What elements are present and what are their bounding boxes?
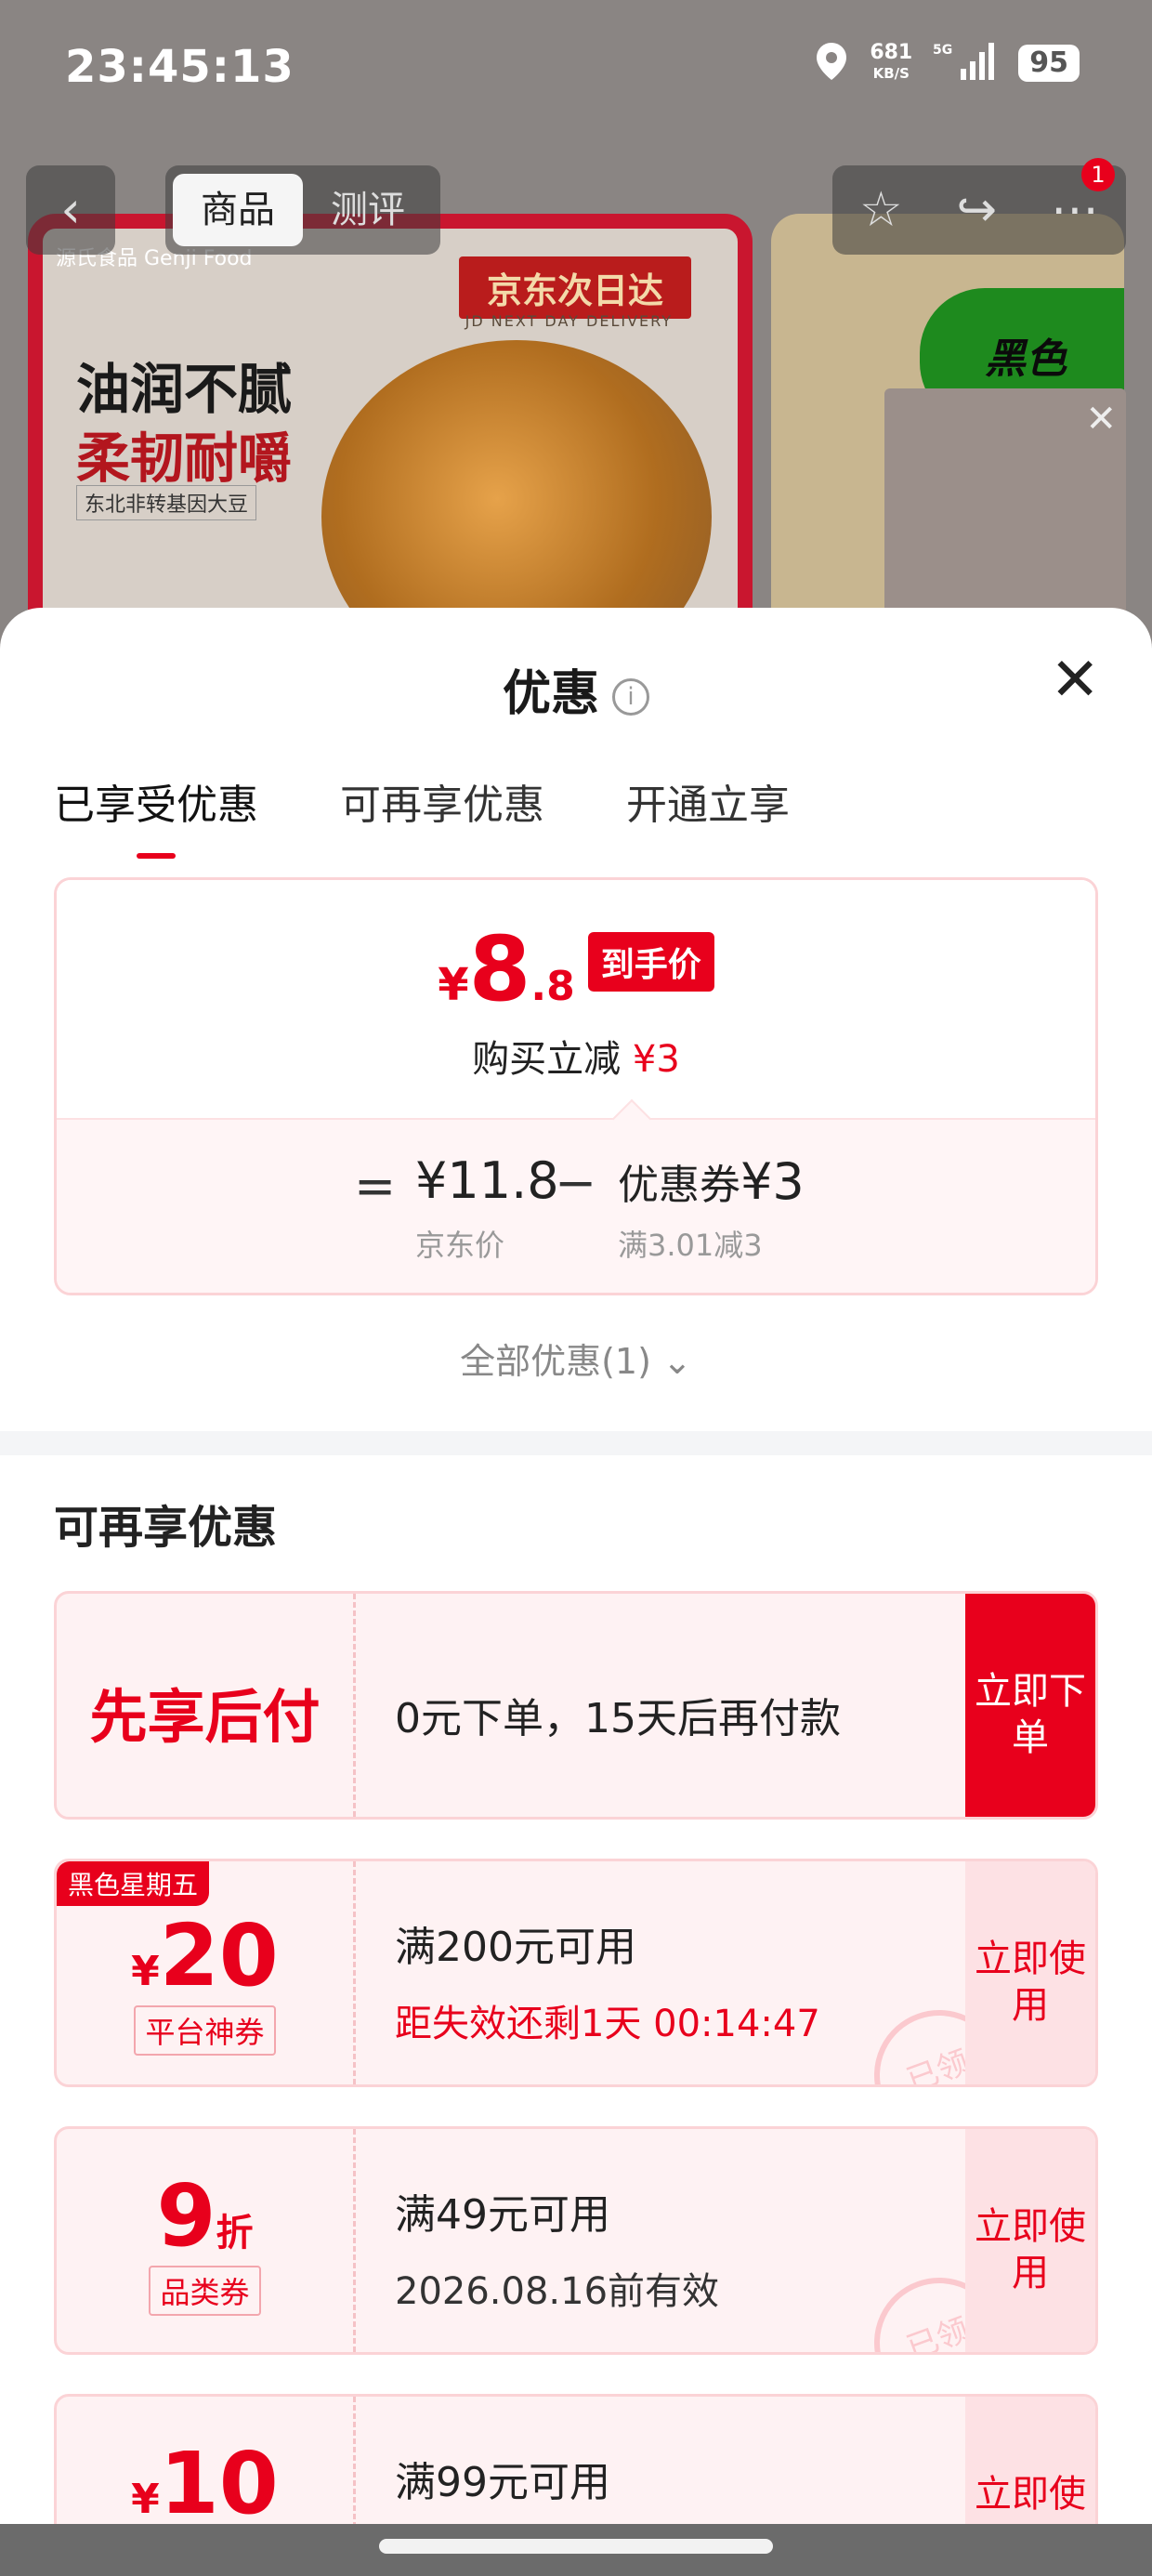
status-time: 23:45:13	[65, 41, 295, 93]
coupon-type-label: 平台神券	[134, 2005, 276, 2056]
minus-sign: −	[555, 1153, 597, 1212]
product-banner: 源氏食品 Genji Food 京东次日达 JD NEXT DAY DELIVE…	[28, 214, 753, 651]
banner-headline-2: 柔韧耐嚼	[76, 427, 293, 490]
coupon-platform: 黑色星期五 ¥20 平台神券 满200元可用 距失效还剩1天 00:14:47 …	[54, 1859, 1098, 2087]
coupon-category: 9折 品类券 满49元可用 2026.08.16前有效 已领 立即使用	[54, 2126, 1098, 2355]
banner-headline-1: 油润不腻	[76, 358, 293, 421]
final-price: ¥8.8 到手价	[57, 917, 1095, 1021]
discount-sheet: 优惠 i ✕ 已享受优惠 可再享优惠 开通立享 ¥8.8 到手价 购买立减 ¥3 =…	[0, 608, 1152, 2576]
location-icon	[814, 41, 849, 85]
equals-sign: =	[354, 1157, 397, 1216]
product-nav-bar: ‹ 商品 测评 ☆ ↪ ⋯ 1	[0, 158, 1152, 258]
jd-price-label: 京东价	[415, 1228, 505, 1263]
instant-discount: 购买立减 ¥3	[472, 1038, 680, 1081]
tab-activate[interactable]: 开通立享	[626, 771, 790, 831]
svg-text:5G: 5G	[933, 43, 952, 58]
share-icon[interactable]: ↪	[957, 182, 998, 238]
coupon-countdown: 距失效还剩1天 00:14:47	[395, 2003, 820, 2045]
coupon-expiry: 2026.08.16前有效	[395, 2270, 720, 2313]
close-icon[interactable]: ✕	[1085, 398, 1117, 440]
close-icon[interactable]: ✕	[1050, 651, 1100, 710]
use-now-button[interactable]: 立即使用	[965, 1861, 1095, 2084]
star-icon[interactable]: ☆	[859, 182, 903, 238]
jd-price: ¥11.8	[415, 1151, 559, 1210]
order-now-button[interactable]: 立即下单	[965, 1594, 1095, 1817]
nav-actions: ☆ ↪ ⋯ 1	[832, 158, 1126, 255]
coupon-threshold: 满99元可用	[395, 2459, 610, 2506]
chevron-down-icon: ⌄	[662, 1341, 692, 1382]
home-indicator[interactable]	[379, 2539, 773, 2554]
net-speed: 681 KB/S	[870, 41, 913, 83]
coupon-amount: ¥20	[131, 1906, 279, 2005]
tab-review[interactable]: 测评	[303, 174, 433, 246]
section-title: 可再享优惠	[54, 1502, 278, 1554]
coupon-pay-later: 先享后付 0元下单，15天后再付款 立即下单	[54, 1591, 1098, 1820]
pay-later-label: 先享后付	[89, 1683, 321, 1751]
coupon-threshold: 满49元可用	[395, 2191, 610, 2239]
coupon-deduction: 优惠券¥3	[618, 1152, 805, 1211]
product-image	[321, 340, 712, 645]
coupon-amount: ¥10	[131, 2434, 279, 2533]
section-divider	[0, 1431, 1152, 1455]
message-badge: 1	[1081, 158, 1115, 191]
final-price-card: ¥8.8 到手价 购买立减 ¥3 = ¥11.8 京东价 − 优惠券¥3 满3.0…	[54, 877, 1098, 1295]
use-now-button[interactable]: 立即使用	[965, 2129, 1095, 2352]
coupon-rule: 满3.01减3	[618, 1228, 763, 1263]
discount-tabs: 已享受优惠 可再享优惠 开通立享	[54, 771, 790, 859]
info-icon[interactable]: i	[612, 678, 649, 716]
sheet-title: 优惠 i	[0, 654, 1152, 724]
coupon-amount: 9折	[156, 2166, 254, 2266]
signal-icon: 5G	[933, 41, 998, 85]
coupon-type-label: 品类券	[149, 2266, 261, 2316]
tab-product[interactable]: 商品	[173, 174, 303, 246]
final-price-tag: 到手价	[587, 932, 714, 992]
tab-more-available[interactable]: 可再享优惠	[340, 771, 544, 831]
delivery-subtitle: JD NEXT DAY DELIVERY	[465, 312, 673, 330]
banner-note: 东北非转基因大豆	[76, 485, 257, 520]
product-tabs: 商品 测评	[165, 165, 440, 255]
coupon-description: 0元下单，15天后再付款	[395, 1695, 841, 1742]
coupon-threshold: 满200元可用	[395, 1924, 636, 1971]
all-deals-toggle[interactable]: 全部优惠(1) ⌄	[0, 1333, 1152, 1384]
battery-indicator: 95	[1018, 45, 1080, 82]
status-bar: 23:45:13 681 KB/S 5G 95	[0, 0, 1152, 139]
price-breakdown: = ¥11.8 京东价 − 优惠券¥3 满3.01减3	[57, 1098, 1095, 1293]
tab-enjoyed[interactable]: 已享受优惠	[54, 771, 258, 859]
back-icon[interactable]: ‹	[26, 165, 115, 255]
delivery-tag: 京东次日达	[458, 256, 691, 319]
